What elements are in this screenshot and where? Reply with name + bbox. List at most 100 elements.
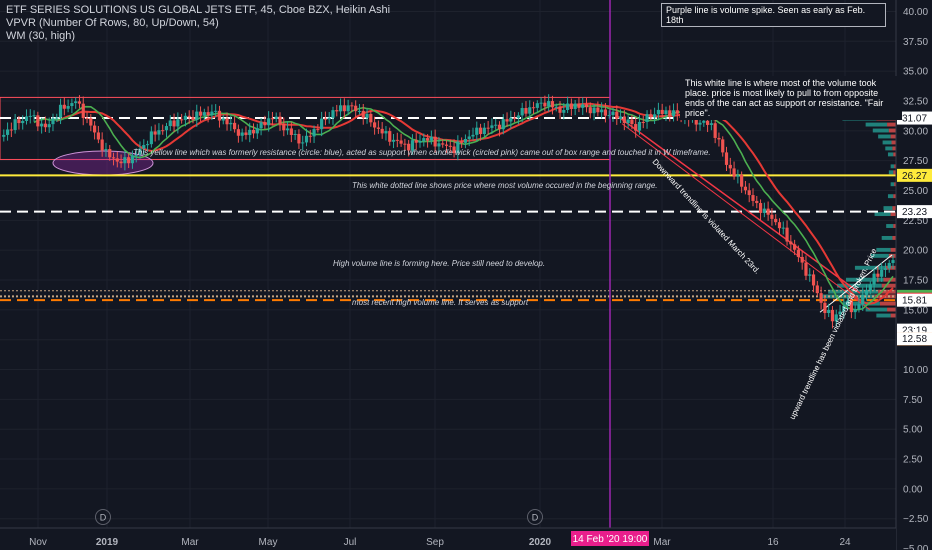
candle-body bbox=[161, 130, 165, 132]
candle-body bbox=[887, 263, 891, 269]
candle-body bbox=[104, 149, 108, 151]
candle-body bbox=[698, 122, 702, 125]
candle-body bbox=[880, 269, 884, 277]
candle-body bbox=[486, 127, 490, 129]
candle-body bbox=[467, 136, 471, 139]
candle-body bbox=[448, 145, 452, 147]
candle-body bbox=[505, 119, 509, 122]
vpvr-bar-down bbox=[892, 146, 896, 151]
vpvr-bar-down bbox=[881, 283, 896, 288]
candle-body bbox=[346, 105, 350, 112]
candle-body bbox=[713, 123, 717, 138]
candle-body bbox=[475, 127, 479, 135]
x-tick-label: 2020 bbox=[529, 537, 552, 548]
candle-body bbox=[270, 118, 275, 120]
candle-body bbox=[164, 126, 169, 131]
candle-body bbox=[168, 120, 172, 127]
candle-body bbox=[543, 102, 547, 107]
time-axis-bg bbox=[0, 528, 896, 550]
candle-body bbox=[391, 139, 396, 142]
y-tick-label: 40.00 bbox=[903, 7, 928, 18]
candle-body bbox=[77, 101, 82, 104]
candle-body bbox=[444, 144, 449, 146]
candle-body bbox=[198, 111, 203, 116]
candle-body bbox=[418, 141, 422, 143]
candle-body bbox=[47, 124, 51, 128]
candle-body bbox=[251, 129, 256, 134]
vpvr-bar-down bbox=[890, 212, 896, 217]
vpvr-bar-up bbox=[865, 122, 888, 127]
chart-legend: ETF SERIES SOLUTIONS US GLOBAL JETS ETF,… bbox=[6, 4, 390, 43]
x-tick-label: 16 bbox=[767, 537, 779, 548]
symbol-title[interactable]: ETF SERIES SOLUTIONS US GLOBAL JETS ETF,… bbox=[6, 4, 390, 17]
candle-body bbox=[562, 109, 566, 113]
candle-body bbox=[581, 104, 585, 108]
wma-indicator-label[interactable]: WM (30, high) bbox=[6, 30, 390, 43]
candle-body bbox=[111, 157, 116, 159]
candle-body bbox=[573, 103, 577, 109]
vpvr-bar-up bbox=[886, 224, 894, 228]
candle-body bbox=[876, 273, 880, 277]
candle-body bbox=[17, 119, 21, 124]
x-tick-label: May bbox=[259, 537, 278, 548]
vpvr-bar-down bbox=[887, 122, 896, 127]
candle-body bbox=[206, 112, 210, 116]
candle-body bbox=[800, 256, 804, 263]
recent-volume-note: most recent high volume line. It serves … bbox=[352, 298, 529, 307]
purple-line-note[interactable]: Purple line is volume spike. Seen as ear… bbox=[661, 3, 886, 27]
candle-body bbox=[51, 118, 55, 125]
candle-body bbox=[92, 125, 97, 133]
candle-body bbox=[191, 117, 195, 120]
candle-body bbox=[547, 101, 551, 107]
candle-body bbox=[482, 127, 486, 135]
candle-body bbox=[183, 115, 188, 120]
candle-body bbox=[868, 284, 872, 291]
vpvr-bar-up bbox=[885, 146, 893, 151]
candle-body bbox=[732, 168, 736, 177]
candle-body bbox=[425, 138, 430, 141]
candle-body bbox=[229, 122, 233, 125]
y-tick-label: 10.00 bbox=[903, 365, 928, 376]
x-tick-label: 24 bbox=[839, 537, 851, 548]
y-tick-label: 27.50 bbox=[903, 156, 928, 167]
candle-body bbox=[656, 109, 660, 115]
candle-body bbox=[304, 135, 309, 143]
candle-body bbox=[751, 195, 755, 201]
white-line-note[interactable]: This white line is where most of the vol… bbox=[680, 76, 902, 120]
candle-body bbox=[263, 122, 267, 126]
candle-body bbox=[554, 106, 558, 108]
candle-body bbox=[478, 127, 483, 135]
candle-body bbox=[777, 222, 782, 229]
candle-body bbox=[717, 137, 721, 140]
candle-body bbox=[531, 107, 536, 109]
candle-body bbox=[827, 309, 831, 314]
candle-body bbox=[221, 118, 225, 121]
candle-body bbox=[115, 158, 119, 162]
candle-body bbox=[705, 120, 710, 125]
candle-body bbox=[668, 110, 672, 117]
candle-body bbox=[55, 117, 59, 119]
candle-body bbox=[600, 109, 604, 113]
vpvr-indicator-label[interactable]: VPVR (Number Of Rows, 80, Up/Down, 54) bbox=[6, 17, 390, 30]
candle-body bbox=[176, 119, 180, 127]
candle-body bbox=[195, 111, 199, 120]
candle-body bbox=[641, 121, 645, 123]
vpvr-bar-up bbox=[872, 128, 889, 133]
candle-body bbox=[785, 227, 789, 242]
candle-body bbox=[248, 129, 252, 136]
vpvr-bar-down bbox=[888, 128, 896, 133]
vpvr-bar-up bbox=[890, 164, 895, 169]
vpvr-bar-down bbox=[879, 301, 896, 306]
candle-body bbox=[422, 138, 426, 142]
candle-body bbox=[62, 104, 66, 109]
candle-body bbox=[384, 131, 388, 134]
candle-body bbox=[513, 117, 517, 119]
candle-body bbox=[278, 116, 282, 124]
candle-body bbox=[350, 105, 354, 107]
x-tick-label: Sep bbox=[426, 537, 444, 548]
y-tick-label: −2.50 bbox=[903, 514, 929, 525]
price-tag-label: 26.27 bbox=[902, 171, 927, 182]
candle-body bbox=[233, 122, 237, 130]
price-tag-label: 15.81 bbox=[902, 296, 927, 307]
candle-body bbox=[395, 139, 399, 141]
